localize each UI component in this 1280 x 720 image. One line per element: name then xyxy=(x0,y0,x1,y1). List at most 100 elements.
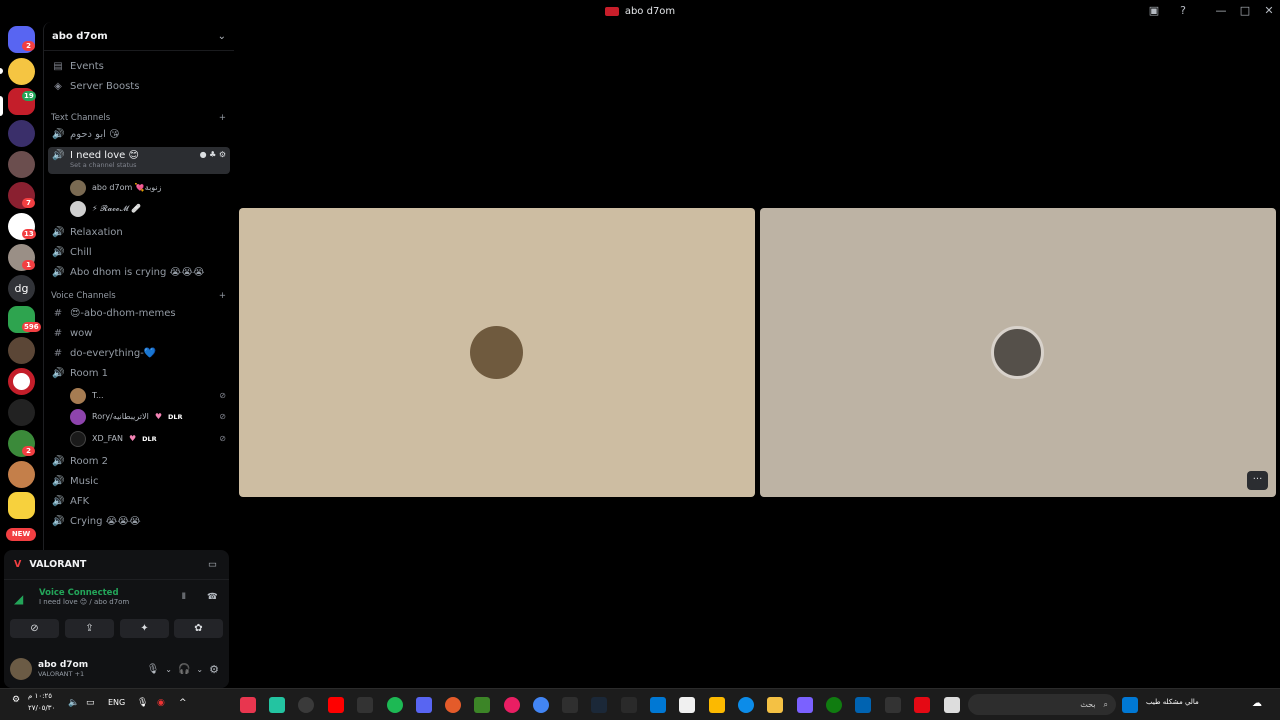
discord-tray-icon[interactable]: ◉ xyxy=(157,698,165,708)
voice-status[interactable]: ◢ Voice Connected I need love 😊 / abo d7… xyxy=(12,588,222,614)
voice-user[interactable]: XD_FAN ♥ DLR ⊘ xyxy=(70,429,226,448)
events-item[interactable]: ▤ Events xyxy=(48,57,230,76)
channel-item[interactable]: 🔊 Abo dhom is crying 😭😭😭 xyxy=(48,263,230,282)
disconnect-icon[interactable]: ☎ xyxy=(207,592,218,602)
server-icon[interactable] xyxy=(8,399,35,426)
camera-button[interactable]: ⊘ xyxy=(10,619,59,638)
maximize-icon[interactable]: □ xyxy=(1237,3,1253,19)
server-boosts-item[interactable]: ◈ Server Boosts xyxy=(48,77,230,96)
voice-channels-category[interactable]: Voice Channels + xyxy=(51,289,226,303)
start-icon[interactable] xyxy=(1122,697,1138,713)
clock-date[interactable]: ٢٧/٠٥/٣٠ xyxy=(28,704,55,712)
help-icon[interactable]: ? xyxy=(1175,3,1191,19)
xbox-icon[interactable] xyxy=(826,697,842,713)
chevron-down-icon[interactable]: ⌄ xyxy=(196,665,203,674)
app-icon[interactable] xyxy=(357,697,373,713)
server-icon[interactable] xyxy=(8,337,35,364)
channel-item[interactable]: 🔊 Chill xyxy=(48,243,230,262)
search-input[interactable]: بحث ⌕ xyxy=(968,694,1116,715)
channel-item[interactable]: # 😍-abo-dhom-memes xyxy=(48,304,230,323)
channel-item[interactable]: 🔊 Relaxation xyxy=(48,223,230,242)
server-icon[interactable] xyxy=(8,492,35,519)
screen-icon[interactable]: ▭ xyxy=(208,559,217,570)
plus-icon[interactable]: + xyxy=(219,291,226,301)
headphones-icon[interactable]: 🎧 xyxy=(178,664,190,675)
app-icon[interactable] xyxy=(298,697,314,713)
soundboard-button[interactable]: ✿ xyxy=(174,619,223,638)
server-icon[interactable] xyxy=(8,58,35,85)
voice-user[interactable]: ⚡ 𝓡𝓪𝓸𝓸𝓜 🩹 xyxy=(70,199,226,218)
epic-games-icon[interactable] xyxy=(621,697,637,713)
close-icon[interactable]: ✕ xyxy=(1261,3,1277,19)
chevron-down-icon[interactable]: ⌄ xyxy=(165,665,172,674)
channel-item[interactable]: # wow xyxy=(48,324,230,343)
weather-text[interactable]: مالي مشكله طيب xyxy=(1146,698,1226,706)
microphone-icon[interactable]: 🎙 xyxy=(147,664,160,675)
app-icon[interactable] xyxy=(504,697,520,713)
steam-icon[interactable] xyxy=(591,697,607,713)
network-icon[interactable]: ▭ xyxy=(86,698,95,708)
voice-user[interactable]: T... ⊘ xyxy=(70,386,226,405)
channel-item[interactable]: 🔊 ابو دحوم 😘 xyxy=(48,125,230,144)
app-icon[interactable] xyxy=(445,697,461,713)
avatar[interactable] xyxy=(10,658,32,680)
voice-user[interactable]: Rory/الاتريبطانيه ♥ DLR ⊘ xyxy=(70,407,226,426)
channel-item[interactable]: 🔊 Room 2 xyxy=(48,452,230,471)
text-channels-category[interactable]: Text Channels + xyxy=(51,111,226,125)
server-icon-dg[interactable]: dg xyxy=(8,275,35,302)
store-icon[interactable] xyxy=(679,697,695,713)
settings-icon[interactable]: ⚙ xyxy=(209,663,219,676)
participant-tile[interactable]: ··· xyxy=(760,208,1276,497)
server-icon[interactable] xyxy=(8,120,35,147)
server-icon[interactable] xyxy=(8,368,35,395)
channel-actions-icons[interactable]: ● ♣ ⚙ xyxy=(200,150,226,159)
channel-status[interactable]: Set a channel status xyxy=(70,161,139,169)
microphone-icon[interactable]: 🎙 xyxy=(137,698,148,708)
netflix-icon[interactable] xyxy=(914,697,930,713)
app-icon[interactable] xyxy=(562,697,578,713)
language-indicator[interactable]: ENG xyxy=(108,698,125,707)
minecraft-icon[interactable] xyxy=(474,697,490,713)
plus-icon[interactable]: + xyxy=(219,113,226,123)
screenshare-button[interactable]: ⇪ xyxy=(65,619,114,638)
app-icon[interactable] xyxy=(240,697,256,713)
app-icon[interactable] xyxy=(855,697,871,713)
avatar xyxy=(70,200,86,217)
task-view-icon[interactable] xyxy=(944,697,960,713)
voice-location[interactable]: I need love 😊 / abo d7om xyxy=(39,598,222,606)
noise-suppression-icon[interactable]: ⦀ xyxy=(182,592,186,602)
channel-item[interactable]: 🔊 Crying 😭😭😭 xyxy=(48,512,230,531)
copilot-icon[interactable] xyxy=(797,697,813,713)
activity-bar[interactable]: V VALORANT ▭ xyxy=(4,550,229,580)
clock-time[interactable]: ١٠:٢٥ م xyxy=(28,692,52,700)
channel-item[interactable]: 🔊 AFK xyxy=(48,492,230,511)
minimize-icon[interactable]: — xyxy=(1213,3,1229,19)
server-icon[interactable] xyxy=(8,461,35,488)
inbox-icon[interactable]: ▣ xyxy=(1146,3,1162,19)
settings-icon[interactable]: ⚙ xyxy=(12,695,20,705)
server-icon[interactable] xyxy=(8,151,35,178)
edge-icon[interactable] xyxy=(738,697,754,713)
chrome-icon[interactable] xyxy=(533,697,549,713)
server-header[interactable]: abo d7om ⌄ xyxy=(44,22,234,51)
activities-button[interactable]: ✦ xyxy=(120,619,169,638)
app-icon[interactable] xyxy=(269,697,285,713)
user-info[interactable]: abo d7om VALORANT +1 xyxy=(38,660,88,678)
youtube-icon[interactable] xyxy=(328,697,344,713)
app-icon[interactable] xyxy=(885,697,901,713)
participant-tile[interactable] xyxy=(239,208,755,497)
channel-item[interactable]: 🔊 Music xyxy=(48,472,230,491)
rockstar-icon[interactable] xyxy=(709,697,725,713)
weather-icon[interactable]: ☁ xyxy=(1252,698,1262,709)
spotify-icon[interactable] xyxy=(387,697,403,713)
more-options-button[interactable]: ··· xyxy=(1247,471,1268,490)
channel-item[interactable]: 🔊 Room 1 xyxy=(48,364,230,383)
mail-icon[interactable] xyxy=(650,697,666,713)
volume-icon[interactable]: 🔈 xyxy=(68,698,79,708)
channel-item[interactable]: # do-everything-💙 xyxy=(48,344,230,363)
channel-item-active[interactable]: 🔊 I need love 😊 Set a channel status ● ♣… xyxy=(48,147,230,174)
folder-icon[interactable] xyxy=(767,697,783,713)
discord-taskbar-icon[interactable] xyxy=(416,697,432,713)
voice-user[interactable]: abo d7om 💘زنوبة xyxy=(70,178,226,197)
chevron-up-icon[interactable]: ^ xyxy=(179,698,187,708)
